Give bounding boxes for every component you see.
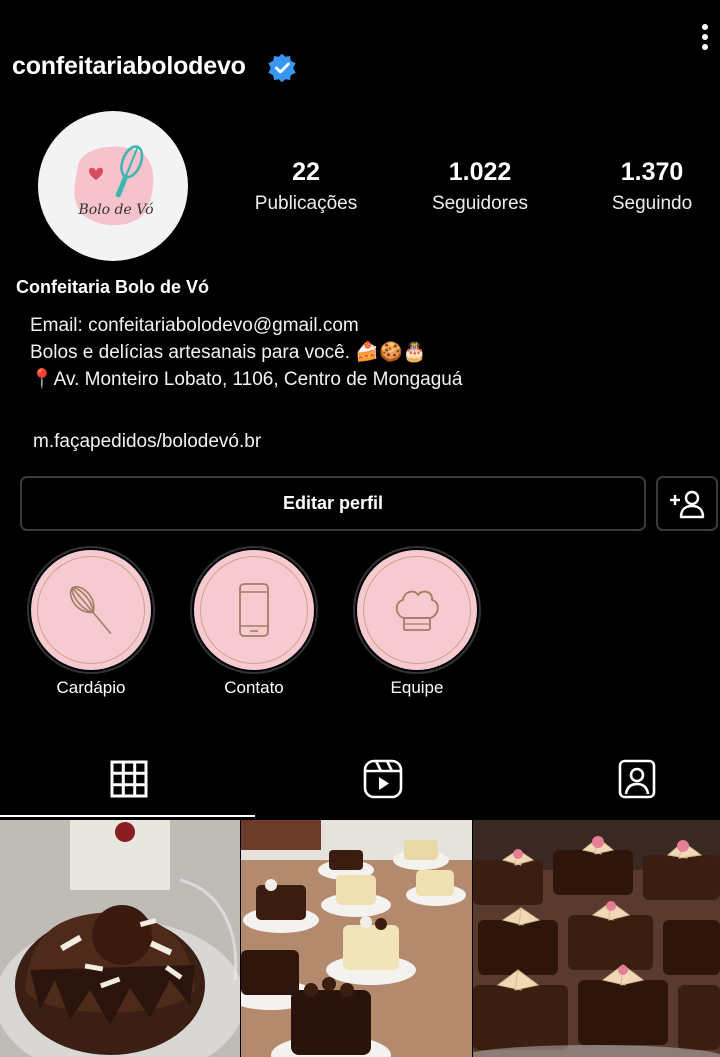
more-vertical-icon[interactable]: [690, 20, 720, 60]
grid-icon: [110, 760, 148, 798]
chef-hat-icon: [395, 590, 439, 631]
tab-tagged[interactable]: [612, 754, 662, 804]
stat-followers[interactable]: 1.022 Seguidores: [420, 158, 540, 215]
post-thumbnail[interactable]: [241, 820, 472, 1057]
stat-followers-label: Seguidores: [431, 193, 529, 214]
avatar-logo-text: Bolo de Vó: [77, 202, 153, 218]
post-image-mini-cakes: [241, 820, 472, 1057]
stat-following-value: 1.370: [620, 158, 684, 186]
profile-username[interactable]: confeitariabolodevo: [12, 52, 246, 81]
highlight-label: Cardápio: [56, 678, 126, 697]
whisk-icon: [69, 586, 112, 635]
bio-line-address: 📍Av. Monteiro Lobato, 1106, Centro de Mo…: [30, 369, 463, 390]
post-image-bem-casados: [473, 820, 720, 1057]
tagged-icon: [618, 759, 656, 799]
bio-line-email: Email: confeitariabolodevo@gmail.com: [30, 315, 359, 336]
active-tab-indicator: [0, 815, 255, 817]
post-thumbnail[interactable]: [473, 820, 720, 1057]
highlight-label: Equipe: [390, 678, 444, 697]
verified-badge-icon: [268, 53, 296, 83]
stat-followers-value: 1.022: [448, 158, 512, 186]
highlight-label: Contato: [224, 678, 284, 697]
highlight-cardapio[interactable]: Cardápio: [26, 546, 156, 698]
stat-publications-value: 22: [292, 158, 320, 186]
post-image-cake: [0, 820, 240, 1057]
edit-profile-button[interactable]: Editar perfil: [20, 476, 646, 531]
highlight-equipe[interactable]: Equipe: [352, 546, 482, 698]
phone-icon: [239, 583, 269, 637]
stat-publications-label: Publicações: [254, 193, 358, 214]
tab-grid[interactable]: [104, 754, 154, 804]
stat-publications[interactable]: 22 Publicações: [246, 158, 366, 215]
tab-reels[interactable]: [358, 754, 408, 804]
reels-icon: [363, 759, 403, 799]
posts-grid: [0, 820, 720, 1057]
add-person-icon: [670, 490, 705, 518]
profile-avatar[interactable]: Bolo de Vó: [38, 111, 188, 261]
avatar-logo-icon: Bolo de Vó: [74, 145, 154, 226]
stat-following-label: Seguindo: [611, 193, 693, 214]
bio-line-description: Bolos e delícias artesanais para você. 🍰…: [30, 342, 427, 363]
highlight-contato[interactable]: Contato: [189, 546, 319, 698]
profile-tabs: [0, 740, 720, 820]
profile-full-name: Confeitaria Bolo de Vó: [16, 277, 210, 297]
stat-following[interactable]: 1.370 Seguindo: [592, 158, 712, 215]
post-thumbnail[interactable]: [0, 820, 240, 1057]
profile-link[interactable]: m.façapedidos/bolodevó.br: [33, 431, 261, 453]
top-bar: confeitariabolodevo: [0, 0, 720, 100]
discover-people-button[interactable]: [656, 476, 718, 531]
profile-bio: Email: confeitariabolodevo@gmail.com Bol…: [30, 312, 462, 393]
